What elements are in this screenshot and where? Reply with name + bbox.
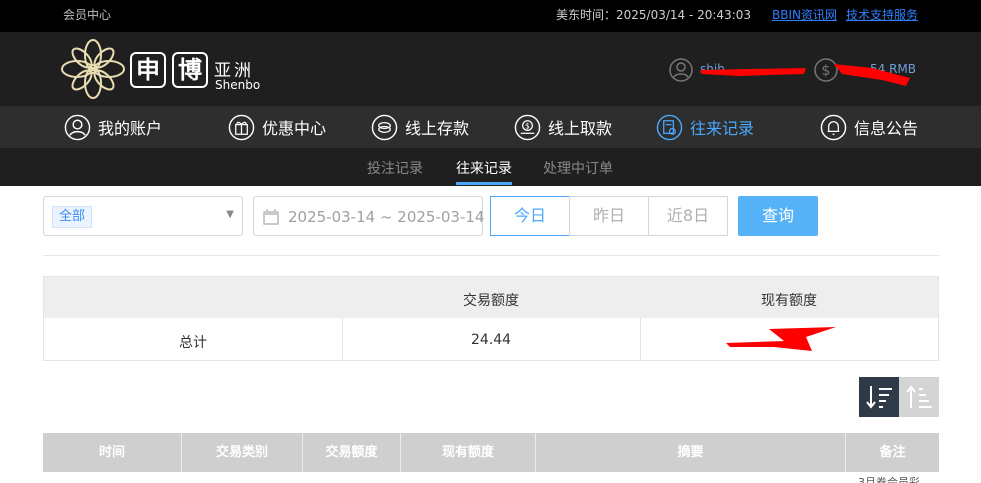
nav-online-withdraw[interactable]: $ 线上取款: [514, 112, 612, 142]
sort-asc-button[interactable]: [899, 377, 939, 417]
nav-announcements[interactable]: 信息公告: [820, 112, 918, 142]
summary-col-balance: 现有额度: [761, 293, 817, 309]
th-time: 时间: [43, 433, 182, 472]
tab-bet-records[interactable]: 投注记录: [367, 158, 423, 178]
sub-nav: 投注记录 往来记录 处理中订单: [0, 148, 981, 186]
th-balance: 现有额度: [401, 433, 536, 472]
logo-char-bo: 博: [172, 52, 208, 88]
svg-text:$: $: [822, 63, 831, 79]
note-cell-partial: 3月卷会员彩: [858, 476, 920, 483]
summary-table: 交易额度 现有额度 总计 24.44: [43, 276, 939, 361]
tab-pending-orders[interactable]: 处理中订单: [543, 158, 613, 178]
redaction-mark: [700, 68, 806, 76]
transaction-type-select[interactable]: 全部 ▼: [43, 196, 243, 236]
gift-icon: [228, 114, 255, 140]
sort-desc-button[interactable]: [859, 377, 899, 417]
nav-label: 信息公告: [854, 119, 919, 138]
sort-ascending-icon: [906, 385, 932, 408]
site-header: 申 博 亚洲 Shenbo shih $ 54 RMB: [0, 32, 981, 106]
flower-logo-icon: [61, 39, 125, 99]
nav-label: 往来记录: [690, 119, 755, 138]
summary-total-label: 总计: [179, 335, 207, 351]
sort-descending-icon: [866, 386, 892, 409]
logo-char-shen: 申: [130, 52, 166, 88]
th-amount: 交易额度: [303, 433, 401, 472]
main-nav: 我的账户 优惠中心 线上存款 $ 线上取款 往来记录 信息公告: [0, 106, 981, 148]
today-button[interactable]: 今日: [490, 196, 570, 236]
column-divider: [640, 318, 641, 360]
chevron-down-icon: ▼: [226, 209, 234, 220]
nav-label: 优惠中心: [262, 119, 327, 138]
tab-transaction-records[interactable]: 往来记录: [456, 158, 512, 178]
tech-support-link[interactable]: 技术支持服务: [846, 6, 918, 23]
summary-total-amount: 24.44: [470, 332, 512, 348]
selected-type-tag: 全部: [52, 206, 93, 228]
query-button[interactable]: 查询: [738, 196, 818, 236]
date-range-value: 2025-03-14 ~ 2025-03-14: [288, 208, 485, 226]
last-8-days-button[interactable]: 近8日: [648, 196, 728, 236]
th-type: 交易类别: [182, 433, 303, 472]
withdraw-icon: $: [514, 114, 541, 140]
nav-my-account[interactable]: 我的账户: [64, 112, 162, 142]
divider: [43, 255, 939, 256]
th-summary: 摘要: [536, 433, 846, 472]
th-note: 备注: [879, 445, 906, 460]
redaction-mark: [834, 64, 910, 86]
bbin-news-link[interactable]: BBIN资讯网: [772, 6, 837, 23]
server-time: 美东时间：2025/03/14 - 20:43:03: [556, 8, 752, 22]
records-table: 时间 交易类别 交易额度 现有额度 摘要 备注 3月卷会员彩: [43, 433, 939, 483]
logo-english: Shenbo: [215, 78, 261, 92]
yesterday-button[interactable]: 昨日: [569, 196, 649, 236]
active-tab-underline: [456, 182, 512, 185]
nav-promotions[interactable]: 优惠中心: [228, 112, 326, 142]
deposit-icon: [371, 114, 398, 140]
calendar-icon: [263, 209, 279, 225]
member-center-label: 会员中心: [63, 8, 112, 22]
site-logo[interactable]: 申 博 亚洲 Shenbo: [60, 38, 280, 100]
nav-transaction-records[interactable]: 往来记录: [656, 112, 754, 142]
user-icon: [669, 58, 693, 82]
bell-icon: [820, 114, 847, 140]
user-circle-icon: [64, 114, 91, 140]
svg-text:$: $: [525, 121, 530, 130]
nav-label: 线上取款: [548, 119, 613, 138]
nav-online-deposit[interactable]: 线上存款: [371, 112, 469, 142]
summary-col-amount: 交易额度: [463, 293, 519, 309]
nav-label: 线上存款: [405, 119, 470, 138]
redaction-mark: [726, 327, 836, 351]
date-range-picker[interactable]: 2025-03-14 ~ 2025-03-14: [253, 196, 485, 236]
top-bar: 会员中心 美东时间：2025/03/14 - 20:43:03 BBIN资讯网 …: [0, 0, 981, 32]
records-icon: [656, 114, 683, 140]
nav-label: 我的账户: [98, 119, 163, 138]
